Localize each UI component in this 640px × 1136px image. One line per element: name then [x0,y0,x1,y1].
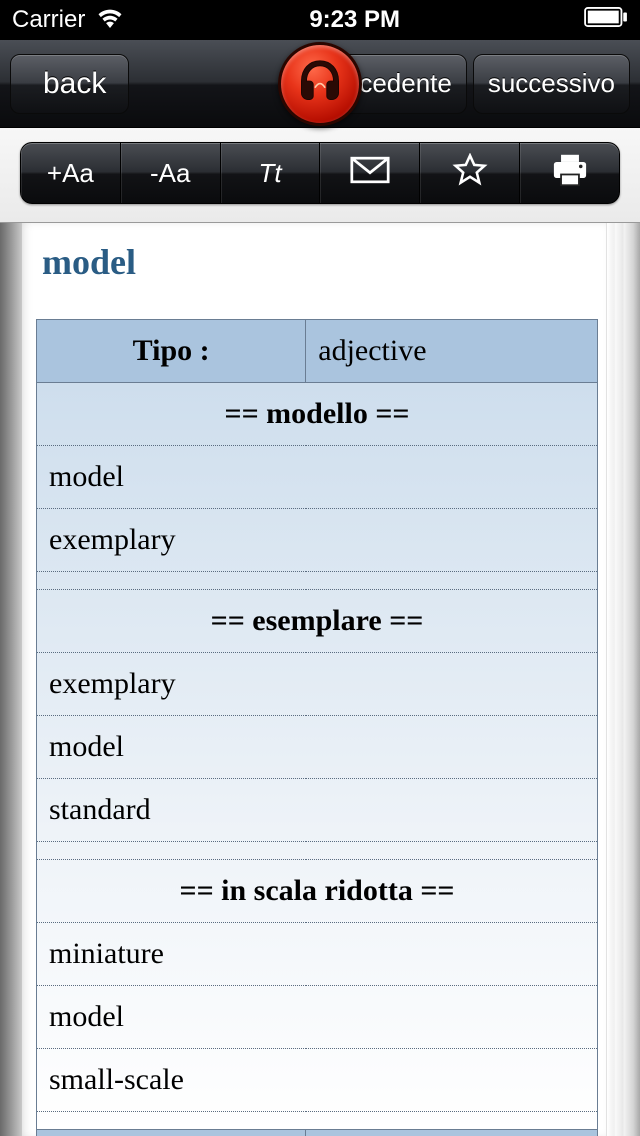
battery-icon [584,6,628,34]
list-item-text: standard [37,779,598,842]
list-item-text: model [37,716,598,779]
section-heading: == esemplare == [37,590,598,653]
list-item: model [37,986,598,1049]
section-heading-text: == modello == [37,383,598,446]
spacer-row [37,572,598,590]
increase-font-label: +Aa [47,158,94,189]
star-icon [450,153,490,194]
list-item-text: model [37,446,598,509]
type-row: Tipo : noun [37,1130,598,1136]
list-item-text: model [37,986,598,1049]
back-button[interactable]: back [10,54,129,114]
status-bar: Carrier 9:23 PM [0,0,640,40]
list-item: exemplary [37,509,598,572]
status-time: 9:23 PM [309,6,400,34]
print-button[interactable] [520,143,619,203]
increase-font-button[interactable]: +Aa [21,143,121,203]
toolbar: +Aa -Aa Tt [20,142,620,204]
book-left-edge [0,223,22,1136]
next-button[interactable]: successivo [473,54,630,114]
book-right-edge [606,223,640,1136]
type-label: Tipo : [37,320,306,383]
mail-icon [350,153,390,194]
type-value: noun [306,1130,598,1136]
book-area: model Tipo : adjective == modello == mod… [0,223,640,1136]
favorite-button[interactable] [420,143,520,203]
list-item: small-scale [37,1049,598,1112]
decrease-font-button[interactable]: -Aa [121,143,221,203]
spacer-row [37,1112,598,1130]
section-heading: == modello == [37,383,598,446]
list-item: model [37,446,598,509]
list-item: exemplary [37,653,598,716]
section-heading-text: == in scala ridotta == [37,860,598,923]
section-heading-text: == esemplare == [37,590,598,653]
list-item-text: miniature [37,923,598,986]
list-item-text: small-scale [37,1049,598,1112]
type-label: Tipo : [37,1130,306,1136]
section-heading: == in scala ridotta == [37,860,598,923]
typeface-label: Tt [259,158,282,189]
email-button[interactable] [320,143,420,203]
type-value: adjective [306,320,598,383]
status-left: Carrier [12,6,125,35]
carrier-label: Carrier [12,6,85,34]
definition-table: Tipo : adjective == modello == model exe… [36,319,598,1136]
nav-bar: back precedente successivo [0,40,640,128]
typeface-button[interactable]: Tt [221,143,321,203]
wifi-icon [95,6,125,35]
list-item-text: exemplary [37,653,598,716]
printer-icon [550,153,590,194]
type-row: Tipo : adjective [37,320,598,383]
headword: model [42,241,598,283]
next-label: successivo [488,68,615,99]
audio-button[interactable] [278,42,362,126]
status-right [584,6,628,34]
spacer-row [37,842,598,860]
back-label: back [43,67,106,101]
list-item: model [37,716,598,779]
toolbar-wrap: +Aa -Aa Tt [0,128,640,223]
list-item: standard [37,779,598,842]
page[interactable]: model Tipo : adjective == modello == mod… [22,223,606,1136]
list-item-text: exemplary [37,509,598,572]
headphones-icon [293,54,347,113]
list-item: miniature [37,923,598,986]
decrease-font-label: -Aa [150,158,190,189]
